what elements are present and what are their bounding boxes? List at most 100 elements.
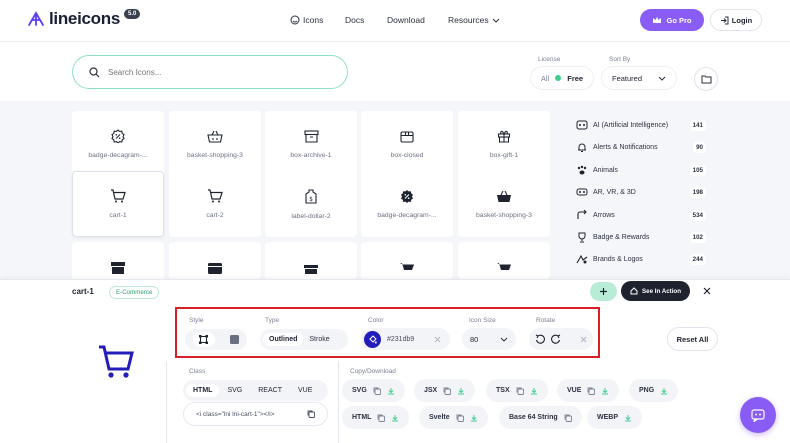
icon-tile[interactable]: badge-decagram-... [361, 171, 453, 237]
format-label: VUE [567, 387, 582, 394]
class-tab-vue[interactable]: VUE [290, 384, 320, 397]
nav-icons-label: Icons [303, 15, 324, 25]
nav-docs[interactable]: Docs [345, 15, 364, 25]
search-icon [89, 66, 100, 77]
icon-tile[interactable] [265, 242, 357, 279]
reset-all-button[interactable]: Reset All [667, 327, 718, 351]
icon-tile[interactable] [458, 242, 550, 279]
download-icon[interactable] [530, 387, 538, 395]
chevron-down-icon [658, 76, 666, 81]
download-icon[interactable] [457, 387, 465, 395]
tile-name: basket-shopping-3 [476, 211, 532, 219]
class-code: <i class="lni lni-cart-1"></i> [196, 410, 275, 418]
sort-select[interactable]: Featured [601, 66, 677, 90]
icon-tile[interactable] [72, 242, 164, 279]
license-free-option[interactable]: Free [567, 74, 583, 83]
license-all-option[interactable]: All [541, 74, 549, 83]
nav-download-label: Download [387, 15, 425, 25]
folder-button[interactable] [694, 67, 718, 91]
category-count: 534 [689, 209, 706, 221]
icon-tile[interactable]: cart-2 [169, 171, 261, 237]
nav-icons[interactable]: Icons [290, 15, 323, 25]
category-label: Animals [593, 166, 618, 174]
logo[interactable]: lineicons 5.0 [27, 9, 141, 29]
icon-tile[interactable]: box-archive-1 [265, 111, 357, 177]
nav-resources[interactable]: Resources [448, 15, 500, 25]
nav-download[interactable]: Download [387, 15, 425, 25]
copy-icon[interactable] [516, 387, 524, 395]
format-webp-button[interactable]: WEBP [587, 406, 642, 429]
download-icon[interactable] [660, 387, 668, 395]
copy-icon[interactable] [307, 410, 315, 418]
format-jsx-button[interactable]: JSX [414, 379, 476, 402]
copy-icon[interactable] [443, 387, 452, 395]
login-button[interactable]: Login [710, 9, 762, 31]
search-input[interactable] [108, 67, 308, 77]
brand-icon [576, 254, 588, 263]
version-badge: 5.0 [124, 9, 141, 19]
copy-icon[interactable] [373, 387, 381, 395]
tile-name: box-closed [390, 151, 424, 159]
class-code-field[interactable]: <i class="lni lni-cart-1"></i> [183, 402, 328, 426]
format-tsx-button[interactable]: TSX [486, 379, 548, 402]
copy-icon[interactable] [564, 414, 572, 422]
icon-tile[interactable]: basket-shopping-3 [169, 111, 261, 177]
format-label: Base 64 String [509, 414, 558, 421]
icon-tile[interactable] [169, 242, 261, 279]
icon-tile[interactable]: badge-decagram-... [72, 111, 164, 177]
category-item[interactable]: AI (Artificial Intelligence) 141 [576, 117, 706, 133]
copy-icon[interactable] [377, 414, 386, 422]
see-in-action-button[interactable]: See In Action [621, 281, 690, 301]
category-item[interactable]: AR, VR, & 3D 198 [576, 184, 706, 200]
copy-icon[interactable] [456, 414, 464, 422]
add-button[interactable] [590, 282, 617, 301]
download-icon[interactable] [601, 387, 609, 395]
icon-tile[interactable] [361, 242, 453, 279]
icon-tile[interactable]: box-closed [361, 111, 453, 177]
download-icon[interactable] [387, 387, 395, 395]
format-base64-button[interactable]: Base 64 String [499, 406, 582, 429]
label-dollar-icon: $ [305, 188, 317, 204]
bell-icon [578, 143, 586, 152]
go-pro-button[interactable]: Go Pro [640, 9, 704, 31]
download-icon[interactable] [470, 414, 478, 422]
category-label: Arrows [593, 211, 615, 219]
smile-icon [290, 15, 300, 25]
format-label: HTML [352, 414, 372, 421]
sort-label: Sort By [609, 56, 631, 63]
category-item[interactable]: Brands & Logos 244 [576, 251, 706, 267]
category-count: 141 [689, 119, 706, 131]
highlight-box [175, 307, 600, 358]
svg-text:$: $ [309, 196, 313, 203]
format-html-button[interactable]: HTML [342, 406, 410, 429]
download-icon[interactable] [624, 414, 632, 422]
class-tab-react[interactable]: REACT [250, 384, 290, 397]
category-item[interactable]: Animals 105 [576, 162, 706, 178]
gift-icon [497, 130, 511, 143]
download-icon[interactable] [391, 414, 399, 422]
chat-fab-button[interactable] [740, 397, 776, 433]
class-tab-html[interactable]: HTML [186, 384, 220, 397]
icon-tile[interactable]: basket-shopping-3 [458, 171, 550, 237]
icon-tile[interactable]: $ label-dollar-2 [265, 171, 357, 237]
category-item[interactable]: Alerts & Notifications 90 [576, 139, 706, 155]
format-svelte-button[interactable]: Svelte [419, 406, 488, 429]
icon-tile[interactable]: box-gift-1 [458, 111, 550, 177]
login-label: Login [731, 15, 753, 25]
crown-icon [653, 17, 662, 23]
class-tab-svg[interactable]: SVG [219, 384, 250, 397]
category-label: AR, VR, & 3D [593, 188, 636, 196]
license-toggle[interactable]: All Free [530, 66, 594, 90]
format-png-button[interactable]: PNG [629, 379, 679, 402]
category-item[interactable]: Badge & Rewards 102 [576, 229, 706, 245]
tile-name: basket-shopping-3 [187, 151, 243, 159]
icon-tile-selected[interactable]: cart-1 [72, 171, 164, 237]
cart-icon [99, 345, 134, 378]
close-button[interactable] [700, 284, 714, 298]
format-vue-button[interactable]: VUE [557, 379, 620, 402]
format-svg-button[interactable]: SVG [342, 379, 405, 402]
category-count: 244 [689, 253, 706, 265]
category-tag[interactable]: E-Commerce [109, 286, 160, 299]
category-item[interactable]: Arrows 534 [576, 207, 706, 223]
copy-icon[interactable] [587, 387, 596, 395]
